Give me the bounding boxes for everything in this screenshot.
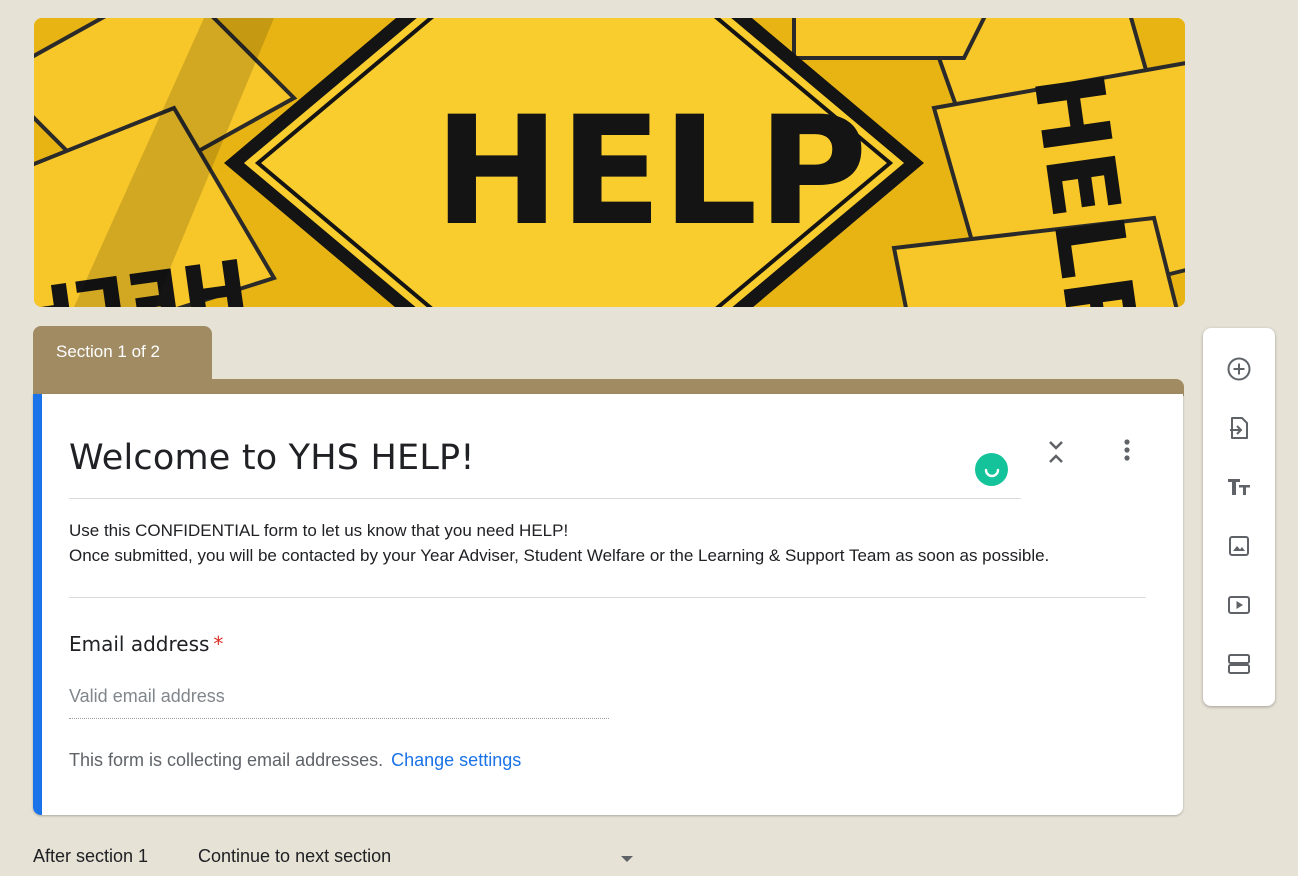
collecting-emails-text: This form is collecting email addresses. <box>69 750 384 770</box>
description-underline <box>69 597 1146 598</box>
grammarly-icon[interactable] <box>975 453 1008 486</box>
banner-word-help-main: HELP <box>434 85 868 259</box>
card-focus-accent <box>33 394 42 815</box>
collapse-section-icon[interactable] <box>1045 437 1067 467</box>
image-icon <box>1229 536 1249 556</box>
title-text-icon <box>1228 479 1250 495</box>
after-section-dropdown[interactable]: Continue to next section <box>198 846 638 867</box>
floating-toolbar <box>1203 328 1275 706</box>
import-icon <box>1230 417 1248 439</box>
change-settings-link[interactable]: Change settings <box>391 750 521 770</box>
form-title[interactable]: Welcome to YHS HELP! <box>69 438 475 478</box>
help-signs-illustration: HELP HELP HELP <box>34 18 1185 307</box>
collecting-emails-notice: This form is collecting email addresses.… <box>69 750 521 771</box>
after-section-label: After section 1 <box>33 846 149 866</box>
question-label: Email address * <box>69 632 223 656</box>
more-options-icon[interactable] <box>1118 437 1136 467</box>
section-icon <box>1228 654 1250 674</box>
video-icon <box>1228 596 1250 614</box>
add-circle-icon <box>1227 357 1251 381</box>
header-image: HELP HELP HELP <box>34 18 1185 307</box>
add-title-button[interactable] <box>1220 468 1258 506</box>
add-question-button[interactable] <box>1220 350 1258 388</box>
grammarly-smile-icon <box>984 468 999 477</box>
add-section-button[interactable] <box>1220 645 1258 683</box>
form-section-card[interactable]: Welcome to YHS HELP! Use this CONFIDENTI… <box>33 394 1183 815</box>
add-image-button[interactable] <box>1220 527 1258 565</box>
section-tab: Section 1 of 2 <box>33 326 212 382</box>
email-field-underline <box>69 718 609 719</box>
title-underline <box>69 498 1021 499</box>
add-video-button[interactable] <box>1220 586 1258 624</box>
question-title: Email address <box>69 632 210 656</box>
import-questions-button[interactable] <box>1220 409 1258 447</box>
required-asterisk: * <box>213 632 224 656</box>
form-description[interactable]: Use this CONFIDENTIAL form to let us kno… <box>69 518 1149 568</box>
description-line-1: Use this CONFIDENTIAL form to let us kno… <box>69 521 569 540</box>
email-field[interactable]: Valid email address <box>69 686 225 707</box>
description-line-2: Once submitted, you will be contacted by… <box>69 546 1050 565</box>
chevron-down-icon[interactable] <box>620 855 634 863</box>
